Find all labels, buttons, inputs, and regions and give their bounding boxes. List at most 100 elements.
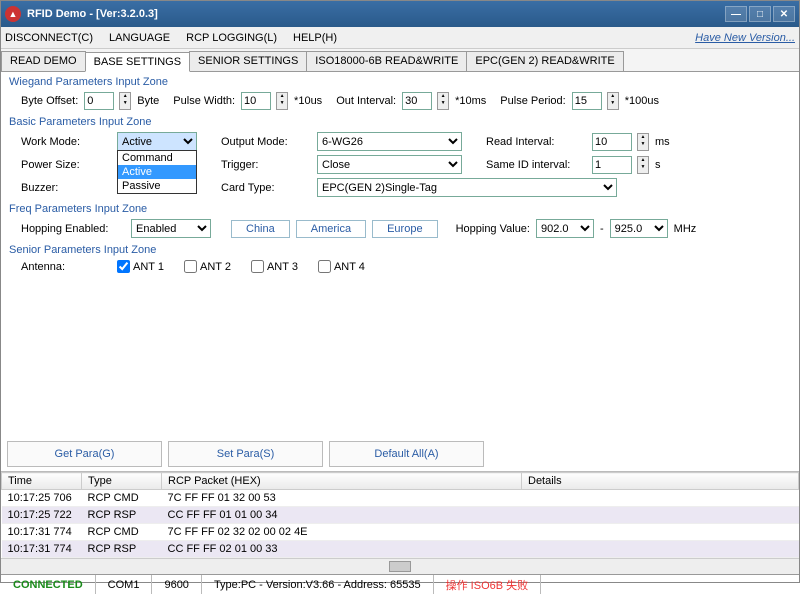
pulse-period-unit: *100us: [625, 95, 659, 107]
out-interval-input[interactable]: [402, 92, 432, 110]
wiegand-section: Wiegand Parameters Input Zone Byte Offse…: [9, 76, 791, 110]
pulse-period-label: Pulse Period:: [500, 95, 565, 107]
output-mode-label: Output Mode:: [221, 136, 311, 148]
work-mode-select[interactable]: Active: [117, 132, 197, 151]
work-mode-opt-command[interactable]: Command: [118, 151, 196, 165]
senior-section: Senior Parameters Input Zone Antenna: AN…: [9, 244, 791, 273]
col-time[interactable]: Time: [2, 473, 82, 490]
menu-disconnect[interactable]: DISCONNECT(C): [5, 32, 93, 44]
byte-unit: Byte: [137, 95, 159, 107]
window-title: RFID Demo - [Ver:3.2.0.3]: [27, 8, 725, 20]
freq-from-select[interactable]: 902.0: [536, 219, 594, 238]
power-size-label: Power Size:: [21, 159, 111, 171]
app-icon: ▲: [5, 6, 21, 22]
status-connected: CONNECTED: [1, 575, 96, 594]
buzzer-label: Buzzer:: [21, 182, 111, 194]
maximize-button[interactable]: □: [749, 6, 771, 22]
freq-section: Freq Parameters Input Zone Hopping Enabl…: [9, 203, 791, 238]
basic-section: Basic Parameters Input Zone Work Mode: A…: [9, 116, 791, 197]
china-button[interactable]: China: [231, 220, 290, 238]
pulse-width-label: Pulse Width:: [173, 95, 235, 107]
pulse-width-unit: *10us: [294, 95, 322, 107]
byte-offset-spinner[interactable]: ▲▼: [119, 92, 131, 110]
out-interval-spinner[interactable]: ▲▼: [437, 92, 449, 110]
mhz-unit: MHz: [674, 223, 697, 235]
s-unit: s: [655, 159, 661, 171]
america-button[interactable]: America: [296, 220, 366, 238]
hopping-enabled-label: Hopping Enabled:: [21, 223, 125, 235]
trigger-label: Trigger:: [221, 159, 311, 171]
same-id-input[interactable]: [592, 156, 632, 174]
menubar: DISCONNECT(C) LANGUAGE RCP LOGGING(L) HE…: [1, 27, 799, 49]
byte-offset-label: Byte Offset:: [21, 95, 78, 107]
minimize-button[interactable]: —: [725, 6, 747, 22]
freq-dash: -: [600, 223, 604, 235]
titlebar: ▲ RFID Demo - [Ver:3.2.0.3] — □ ✕: [1, 1, 799, 27]
new-version-link[interactable]: Have New Version...: [695, 32, 795, 44]
table-row[interactable]: 10:17:31 774RCP CMD7C FF FF 02 32 02 00 …: [2, 524, 799, 541]
card-type-select[interactable]: EPC(GEN 2)Single-Tag: [317, 178, 617, 197]
tab-senior-settings[interactable]: SENIOR SETTINGS: [189, 51, 307, 71]
senior-title: Senior Parameters Input Zone: [9, 244, 791, 256]
ant4-checkbox[interactable]: ANT 4: [318, 260, 365, 273]
basic-title: Basic Parameters Input Zone: [9, 116, 791, 128]
status-baud: 9600: [152, 575, 201, 594]
tab-iso18000[interactable]: ISO18000-6B READ&WRITE: [306, 51, 467, 71]
col-packet[interactable]: RCP Packet (HEX): [162, 473, 522, 490]
ant1-checkbox[interactable]: ANT 1: [117, 260, 164, 273]
trigger-select[interactable]: Close: [317, 155, 462, 174]
table-row[interactable]: 10:17:25 722RCP RSPCC FF FF 01 01 00 34: [2, 507, 799, 524]
read-interval-spinner[interactable]: ▲▼: [637, 133, 649, 151]
same-id-spinner[interactable]: ▲▼: [637, 156, 649, 174]
out-interval-label: Out Interval:: [336, 95, 396, 107]
byte-offset-input[interactable]: [84, 92, 114, 110]
status-error: 操作 ISO6B 失败: [434, 575, 542, 594]
ms-unit: ms: [655, 136, 670, 148]
pulse-width-input[interactable]: [241, 92, 271, 110]
tab-epc-gen2[interactable]: EPC(GEN 2) READ&WRITE: [466, 51, 623, 71]
get-para-button[interactable]: Get Para(G): [7, 441, 162, 467]
status-version: Type:PC - Version:V3.66 - Address: 65535: [202, 575, 434, 594]
menu-help[interactable]: HELP(H): [293, 32, 337, 44]
read-interval-input[interactable]: [592, 133, 632, 151]
pulse-width-spinner[interactable]: ▲▼: [276, 92, 288, 110]
europe-button[interactable]: Europe: [372, 220, 437, 238]
col-type[interactable]: Type: [82, 473, 162, 490]
freq-to-select[interactable]: 925.0: [610, 219, 668, 238]
status-port: COM1: [96, 575, 153, 594]
freq-title: Freq Parameters Input Zone: [9, 203, 791, 215]
same-id-label: Same ID interval:: [486, 159, 586, 171]
close-button[interactable]: ✕: [773, 6, 795, 22]
ant3-checkbox[interactable]: ANT 3: [251, 260, 298, 273]
tab-strip: READ DEMO BASE SETTINGS SENIOR SETTINGS …: [1, 49, 799, 72]
set-para-button[interactable]: Set Para(S): [168, 441, 323, 467]
content-area: Wiegand Parameters Input Zone Byte Offse…: [1, 72, 799, 437]
default-all-button[interactable]: Default All(A): [329, 441, 484, 467]
out-interval-unit: *10ms: [455, 95, 486, 107]
col-details[interactable]: Details: [522, 473, 799, 490]
menu-rcp-logging[interactable]: RCP LOGGING(L): [186, 32, 277, 44]
card-type-label: Card Type:: [221, 182, 311, 194]
pulse-period-spinner[interactable]: ▲▼: [607, 92, 619, 110]
read-interval-label: Read Interval:: [486, 136, 586, 148]
pulse-period-input[interactable]: [572, 92, 602, 110]
horizontal-scrollbar[interactable]: [1, 558, 799, 574]
status-bar: CONNECTED COM1 9600 Type:PC - Version:V3…: [1, 574, 799, 594]
tab-read-demo[interactable]: READ DEMO: [1, 51, 86, 71]
log-table: Time Type RCP Packet (HEX) Details 10:17…: [1, 472, 799, 558]
output-mode-select[interactable]: 6-WG26: [317, 132, 462, 151]
antenna-label: Antenna:: [21, 261, 111, 273]
hopping-value-label: Hopping Value:: [456, 223, 530, 235]
tab-base-settings[interactable]: BASE SETTINGS: [85, 52, 190, 72]
table-row[interactable]: 10:17:25 706RCP CMD7C FF FF 01 32 00 53: [2, 490, 799, 507]
work-mode-opt-active[interactable]: Active: [118, 165, 196, 179]
work-mode-dropdown[interactable]: Command Active Passive: [117, 150, 197, 194]
menu-language[interactable]: LANGUAGE: [109, 32, 170, 44]
table-row[interactable]: 10:17:31 774RCP RSPCC FF FF 02 01 00 33: [2, 541, 799, 558]
hopping-enabled-select[interactable]: Enabled: [131, 219, 211, 238]
work-mode-opt-passive[interactable]: Passive: [118, 179, 196, 193]
log-table-wrap: Time Type RCP Packet (HEX) Details 10:17…: [1, 471, 799, 574]
wiegand-title: Wiegand Parameters Input Zone: [9, 76, 791, 88]
action-buttons: Get Para(G) Set Para(S) Default All(A): [7, 441, 793, 467]
ant2-checkbox[interactable]: ANT 2: [184, 260, 231, 273]
